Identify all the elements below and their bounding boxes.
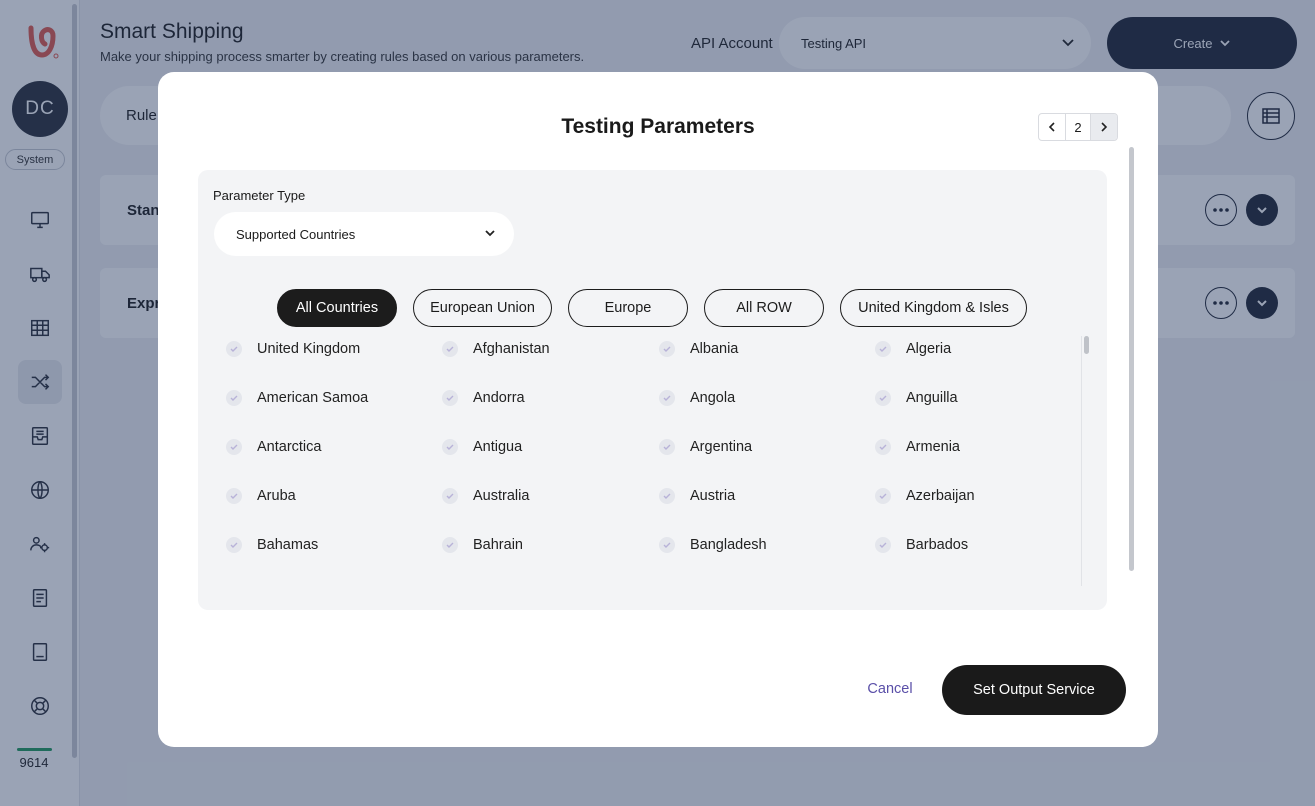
country-label: United Kingdom <box>257 341 361 357</box>
check-icon <box>659 390 675 406</box>
country-checkbox-item[interactable]: United Kingdom <box>226 337 360 361</box>
chevron-left-icon <box>1048 122 1055 132</box>
country-checkbox-item[interactable]: Australia <box>442 484 529 508</box>
check-icon <box>875 488 891 504</box>
country-checkbox-item[interactable]: Bahrain <box>442 533 523 557</box>
check-icon <box>875 390 891 406</box>
check-icon <box>226 341 242 357</box>
chevron-right-icon <box>1101 122 1108 132</box>
parameter-type-label: Parameter Type <box>213 188 306 203</box>
check-icon <box>442 390 458 406</box>
check-icon <box>226 439 242 455</box>
pager-next-button[interactable] <box>1091 114 1117 140</box>
check-icon <box>226 537 242 553</box>
filter-chip-all-row[interactable]: All ROW <box>704 289 824 327</box>
check-icon <box>659 488 675 504</box>
country-label: Bahamas <box>257 537 319 553</box>
check-icon <box>226 390 242 406</box>
check-icon <box>875 341 891 357</box>
check-icon <box>442 488 458 504</box>
pager: 2 <box>1038 113 1118 141</box>
country-checkbox-item[interactable]: Andorra <box>442 386 525 410</box>
parameter-type-select[interactable]: Supported Countries <box>214 212 514 256</box>
region-filter-chips: All Countries European Union Europe All … <box>277 289 1027 327</box>
pager-page-number: 2 <box>1065 114 1091 140</box>
filter-chip-europe[interactable]: Europe <box>568 289 688 327</box>
check-icon <box>659 439 675 455</box>
country-checkbox-item[interactable]: Azerbaijan <box>875 484 975 508</box>
country-checkbox-item[interactable]: Austria <box>659 484 735 508</box>
country-list-scrollbar[interactable] <box>1084 336 1089 354</box>
country-label: Azerbaijan <box>906 488 975 504</box>
parameter-type-value: Supported Countries <box>236 226 356 242</box>
filter-chip-european-union[interactable]: European Union <box>413 289 552 327</box>
check-icon <box>875 537 891 553</box>
country-label: Angola <box>690 390 736 406</box>
check-icon <box>659 341 675 357</box>
country-label: Argentina <box>690 439 753 455</box>
country-label: Antigua <box>473 439 523 455</box>
country-checkbox-item[interactable]: Antarctica <box>226 435 321 459</box>
check-icon <box>442 341 458 357</box>
modal-scrollbar[interactable] <box>1129 147 1134 571</box>
check-icon <box>875 439 891 455</box>
country-checkbox-item[interactable]: Albania <box>659 337 738 361</box>
country-checkbox-item[interactable]: Bahamas <box>226 533 318 557</box>
check-icon <box>442 439 458 455</box>
country-checkbox-item[interactable]: Bangladesh <box>659 533 767 557</box>
country-checkbox-item[interactable]: American Samoa <box>226 386 368 410</box>
country-label: Bangladesh <box>690 537 767 553</box>
country-label: Albania <box>690 341 739 357</box>
country-checkbox-item[interactable]: Angola <box>659 386 735 410</box>
chevron-down-icon <box>485 230 495 237</box>
pager-prev-button[interactable] <box>1039 114 1065 140</box>
filter-chip-uk-isles[interactable]: United Kingdom & Isles <box>840 289 1027 327</box>
check-icon <box>659 537 675 553</box>
country-label: Armenia <box>906 439 960 455</box>
country-checkbox-item[interactable]: Anguilla <box>875 386 958 410</box>
country-label: Afghanistan <box>473 341 550 357</box>
country-label: Bahrain <box>473 537 523 553</box>
country-checkbox-item[interactable]: Antigua <box>442 435 522 459</box>
country-label: American Samoa <box>257 390 369 406</box>
check-icon <box>442 537 458 553</box>
country-label: Barbados <box>906 537 969 553</box>
country-list-scroll-track <box>1081 336 1082 586</box>
modal-title: Testing Parameters <box>561 115 755 138</box>
cancel-button[interactable]: Cancel <box>858 676 922 702</box>
country-label: Aruba <box>257 488 296 504</box>
country-list: United Kingdom Afghanistan Albania Algeria A… <box>226 335 1078 587</box>
country-label: Antarctica <box>257 439 322 455</box>
country-checkbox-item[interactable]: Barbados <box>875 533 968 557</box>
testing-parameters-modal: Testing Parameters 2 Parameter Type Supp… <box>158 72 1158 747</box>
country-label: Anguilla <box>906 390 958 406</box>
country-label: Andorra <box>473 390 525 406</box>
country-checkbox-item[interactable]: Afghanistan <box>442 337 550 361</box>
check-icon <box>226 488 242 504</box>
country-label: Austria <box>690 488 736 504</box>
country-checkbox-item[interactable]: Argentina <box>659 435 752 459</box>
set-output-service-button[interactable]: Set Output Service <box>942 665 1126 715</box>
country-label: Australia <box>473 488 530 504</box>
filter-chip-all-countries[interactable]: All Countries <box>277 289 397 327</box>
country-checkbox-item[interactable]: Aruba <box>226 484 296 508</box>
country-label: Algeria <box>906 341 952 357</box>
country-checkbox-item[interactable]: Armenia <box>875 435 960 459</box>
parameters-panel: Parameter Type Supported Countries All C… <box>198 170 1107 610</box>
country-checkbox-item[interactable]: Algeria <box>875 337 951 361</box>
